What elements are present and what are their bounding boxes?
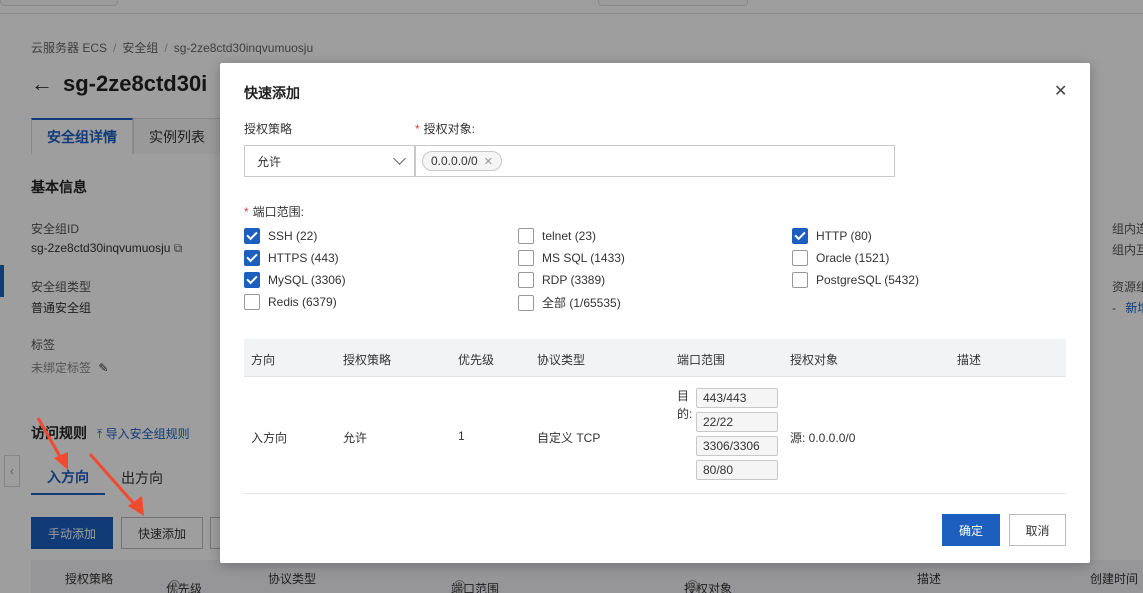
chevron-down-icon (393, 152, 406, 165)
cell-target: 源: 0.0.0.0/0 (790, 431, 856, 445)
checkbox[interactable] (518, 250, 534, 266)
port-range-label: * 端口范围: (244, 205, 305, 219)
th-policy: 授权策略 (343, 353, 392, 367)
cell-direction: 入方向 (251, 431, 288, 445)
confirm-button[interactable]: 确定 (942, 514, 1000, 546)
th-description: 描述 (957, 353, 982, 367)
checkbox[interactable] (244, 228, 260, 244)
port-chip: 443/443 (696, 388, 778, 408)
port-checkbox-mssql[interactable]: MS SQL (1433) (518, 250, 625, 266)
target-input[interactable]: 0.0.0.0/0 ✕ (415, 145, 895, 177)
remove-tag-icon[interactable]: ✕ (484, 155, 493, 168)
port-checkbox-http[interactable]: HTTP (80) (792, 228, 872, 244)
policy-select-value: 允许 (257, 154, 282, 169)
cancel-button[interactable]: 取消 (1009, 514, 1066, 546)
th-port-range: 端口范围 (677, 353, 726, 367)
checkbox[interactable] (518, 294, 534, 311)
cell-policy: 允许 (343, 431, 368, 445)
th-target: 授权对象 (790, 353, 839, 367)
policy-label: 授权策略 (244, 122, 293, 136)
port-checkbox-all[interactable]: 全部 (1/65535) (518, 294, 621, 311)
port-checkbox-https[interactable]: HTTPS (443) (244, 250, 339, 266)
dialog-title: 快速添加 (244, 85, 300, 101)
port-checkbox-redis[interactable]: Redis (6379) (244, 294, 337, 310)
rule-preview-table: 方向 授权策略 优先级 协议类型 端口范围 授权对象 描述 入方向 允许 1 自… (244, 339, 1066, 495)
cell-protocol: 自定义 TCP (537, 431, 601, 445)
cell-dest-label: 目的: (677, 389, 693, 421)
table-row: 入方向 允许 1 自定义 TCP 目的: 443/443 22/22 3306/… (244, 377, 1066, 494)
checkbox[interactable] (518, 272, 534, 288)
checkbox[interactable] (792, 272, 808, 288)
port-checkbox-postgresql[interactable]: PostgreSQL (5432) (792, 272, 919, 288)
port-checkbox-oracle[interactable]: Oracle (1521) (792, 250, 889, 266)
checkbox[interactable] (244, 250, 260, 266)
policy-select[interactable]: 允许 (244, 145, 415, 177)
checkbox[interactable] (792, 250, 808, 266)
checkbox[interactable] (792, 228, 808, 244)
preview-table-header: 方向 授权策略 优先级 协议类型 端口范围 授权对象 描述 (244, 339, 1066, 377)
target-label: * 授权对象: (415, 122, 476, 136)
quick-add-dialog: 快速添加 ✕ 授权策略 * 授权对象: 允许 0.0.0.0/0 ✕ * 端口范围:… (220, 63, 1090, 563)
checkbox[interactable] (518, 228, 534, 244)
checkbox[interactable] (244, 294, 260, 310)
port-checkbox-rdp[interactable]: RDP (3389) (518, 272, 605, 288)
port-chip: 80/80 (696, 460, 778, 480)
th-protocol: 协议类型 (537, 353, 586, 367)
port-chip: 3306/3306 (696, 436, 778, 456)
port-checkbox-telnet[interactable]: telnet (23) (518, 228, 596, 244)
port-chip: 22/22 (696, 412, 778, 432)
target-tag: 0.0.0.0/0 ✕ (422, 151, 502, 171)
close-icon[interactable]: ✕ (1054, 81, 1067, 101)
cell-priority: 1 (458, 429, 465, 443)
checkbox[interactable] (244, 272, 260, 288)
annotation-arrow-icon (36, 417, 68, 470)
th-direction: 方向 (251, 353, 276, 367)
port-checkbox-ssh[interactable]: SSH (22) (244, 228, 317, 244)
port-checkbox-mysql[interactable]: MySQL (3306) (244, 272, 346, 288)
th-priority: 优先级 (458, 353, 495, 367)
annotation-arrow-icon (88, 453, 144, 516)
